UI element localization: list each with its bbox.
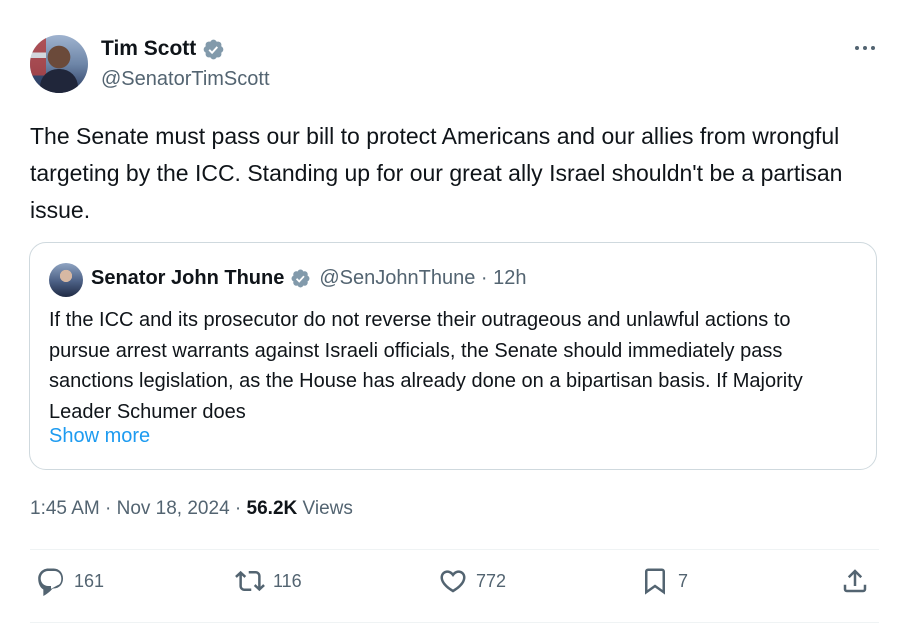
meta-separator: · bbox=[105, 498, 117, 519]
author-name[interactable]: Tim Scott bbox=[101, 37, 196, 61]
post: Tim Scott @SenatorTimScott The Senate mu… bbox=[0, 0, 897, 637]
share-icon bbox=[843, 569, 867, 593]
author-avatar[interactable] bbox=[30, 35, 88, 93]
post-meta: 1:45 AM · Nov 18, 2024 · 56.2K Views bbox=[30, 498, 353, 520]
author-name-row: Tim Scott bbox=[101, 37, 225, 61]
quoted-text: If the ICC and its prosecutor do not rev… bbox=[49, 309, 803, 423]
quoted-post[interactable]: Senator John Thune @SenJohnThune · 12h I… bbox=[29, 242, 877, 470]
post-date[interactable]: Nov 18, 2024 bbox=[117, 498, 230, 519]
bookmark-icon bbox=[645, 568, 665, 595]
post-text: The Senate must pass our bill to protect… bbox=[30, 123, 843, 223]
quoted-author-name: Senator John Thune bbox=[91, 267, 285, 289]
reply-button[interactable]: 161 bbox=[36, 566, 104, 596]
avatar-figure bbox=[40, 69, 78, 93]
meta-separator: · bbox=[234, 498, 247, 519]
repost-count: 116 bbox=[273, 570, 302, 591]
bookmark-count: 7 bbox=[678, 570, 689, 591]
views-label: Views bbox=[302, 498, 353, 519]
bookmark-button[interactable]: 7 bbox=[640, 566, 688, 596]
quoted-handle-time: @SenJohnThune · 12h bbox=[319, 267, 527, 289]
views-count: 56.2K bbox=[246, 498, 298, 519]
quoted-header: Senator John Thune @SenJohnThune · 12h bbox=[91, 267, 526, 290]
divider bbox=[30, 549, 879, 550]
reply-icon bbox=[38, 568, 64, 596]
action-bar: 161 116 772 7 bbox=[0, 566, 897, 606]
more-options-icon[interactable] bbox=[852, 38, 878, 58]
like-button[interactable]: 772 bbox=[438, 566, 506, 596]
author-handle[interactable]: @SenatorTimScott bbox=[101, 68, 270, 91]
divider bbox=[30, 622, 879, 623]
share-button[interactable] bbox=[840, 566, 870, 596]
repost-button[interactable]: 116 bbox=[235, 566, 302, 596]
quoted-author-avatar bbox=[49, 263, 83, 297]
post-time[interactable]: 1:45 AM bbox=[30, 498, 100, 519]
show-more-link[interactable]: Show more bbox=[49, 425, 150, 448]
like-count: 772 bbox=[476, 570, 507, 591]
reply-count: 161 bbox=[74, 570, 105, 591]
repost-icon bbox=[235, 570, 265, 592]
verified-badge-icon bbox=[291, 269, 310, 288]
verified-badge-icon bbox=[203, 39, 224, 59]
like-icon bbox=[440, 570, 466, 593]
